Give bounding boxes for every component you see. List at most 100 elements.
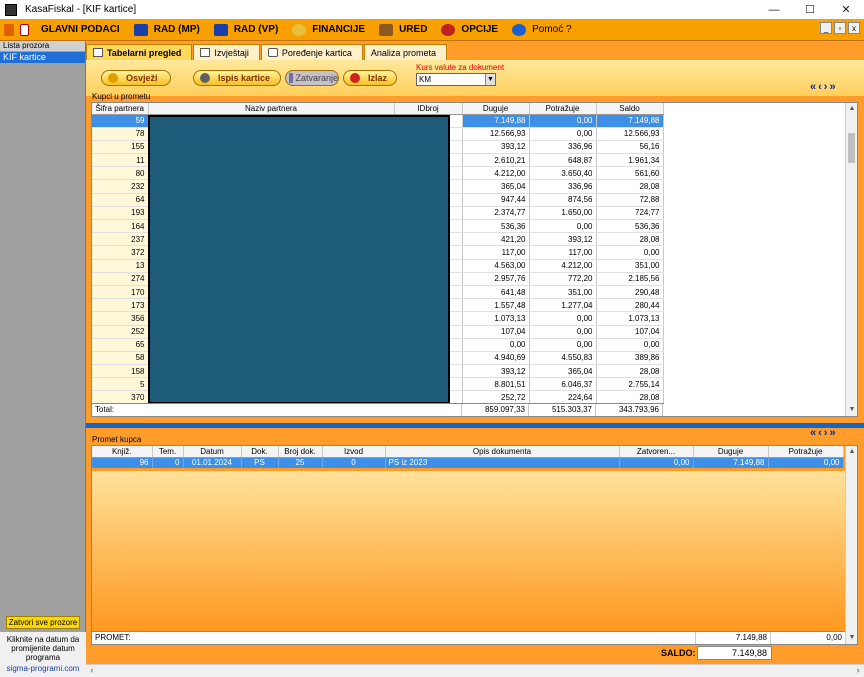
minimize-button[interactable]: — xyxy=(756,0,792,19)
mdi-minimize-button[interactable]: _ xyxy=(820,22,832,34)
cell-saldo: 2.755,14 xyxy=(596,377,664,392)
scroll-down-icon[interactable]: ▼ xyxy=(846,404,857,416)
panel-splitter[interactable] xyxy=(86,423,864,428)
menu-bar: GLAVNI PODACI RAD (MP) RAD (VP) FINANCIJ… xyxy=(0,19,864,41)
arrows-icon[interactable] xyxy=(4,23,14,36)
col-dok-[interactable]: Dok. xyxy=(241,446,279,458)
cell-duguje: 393,12 xyxy=(462,140,530,155)
cell-sifra: 356 xyxy=(92,311,149,326)
cell-sifra: 274 xyxy=(92,272,149,286)
tab-analiza-prometa[interactable]: Analiza prometa xyxy=(363,44,447,60)
mdi-restore-button[interactable]: ▫ xyxy=(834,22,846,34)
menu-opcije[interactable]: OPCIJE xyxy=(441,23,499,36)
customers-grid[interactable]: Šifra partnera Naziv partnera IDbroj Dug… xyxy=(91,102,858,417)
col-potra-uje[interactable]: Potražuje xyxy=(768,446,844,458)
transactions-vertical-scrollbar[interactable]: ▲ ▼ xyxy=(845,446,857,644)
cell-saldo: 56,16 xyxy=(596,140,664,155)
col-tem-[interactable]: Tem. xyxy=(152,446,184,458)
transaction-cell: PS xyxy=(241,457,279,468)
transaction-cell: 0 xyxy=(322,457,386,468)
col-knji-[interactable]: Knjiž. xyxy=(92,446,153,458)
window-list-item-kif-kartice[interactable]: KIF kartice xyxy=(0,52,85,63)
menu-financije[interactable]: FINANCIJE xyxy=(292,23,365,36)
document-icon[interactable] xyxy=(20,23,29,36)
cell-sifra: 237 xyxy=(92,232,149,247)
col-opis-dokumenta[interactable]: Opis dokumenta xyxy=(385,446,620,458)
cell-duguje: 2.957,76 xyxy=(462,272,530,286)
menu-rad-mp[interactable]: RAD (MP) xyxy=(133,23,200,36)
transactions-body: 96 0 01.01.2024 PS 25 0 PS iz 2023 0,00 7.149,88… xyxy=(92,457,844,468)
document-title: - [KIF kartice] xyxy=(76,4,137,15)
cell-sifra: 13 xyxy=(92,259,149,273)
tab-label: Poređenje kartica xyxy=(281,47,352,58)
menu-label: OPCIJE xyxy=(461,24,499,35)
menu-pomoc[interactable]: Pomoć ? xyxy=(512,23,572,36)
refresh-button[interactable]: Osvježi xyxy=(101,70,171,86)
cell-potrazuje: 3.650,40 xyxy=(529,166,597,181)
cell-potrazuje: 365,04 xyxy=(529,364,597,379)
col-duguje[interactable]: Duguje xyxy=(693,446,769,458)
transaction-row[interactable]: 96 0 01.01.2024 PS 25 0 PS iz 2023 0,00 7.149,88… xyxy=(92,457,844,468)
menu-rad-vp[interactable]: RAD (VP) xyxy=(213,23,278,36)
col-label: Šifra partnera xyxy=(95,103,144,113)
record-nav-arrows-bottom[interactable]: «‹›» xyxy=(810,427,838,439)
chevron-down-icon[interactable]: ▼ xyxy=(485,74,495,85)
exit-button[interactable]: Izlaz xyxy=(343,70,397,86)
tab-izvjestaji[interactable]: Izvještaji xyxy=(193,44,260,60)
col-broj-dok-[interactable]: Broj dok. xyxy=(278,446,323,458)
customers-vertical-scrollbar[interactable]: ▲ ▼ xyxy=(845,103,857,416)
col-duguje[interactable]: Duguje xyxy=(462,103,530,115)
transactions-grid[interactable]: Knjiž. Tem. Datum Dok. Broj dok. Izvod Opis do… xyxy=(91,445,858,645)
mdi-close-button[interactable]: x xyxy=(848,22,860,34)
total-duguje: 859.097,33 xyxy=(462,404,529,416)
cell-potrazuje: 351,00 xyxy=(529,285,597,300)
cell-sifra: 5 xyxy=(92,377,149,392)
saldo-label: SALDO: xyxy=(661,648,696,658)
flag-icon xyxy=(133,23,148,36)
cell-duguje: 641,48 xyxy=(462,285,530,300)
scroll-left-icon[interactable]: ‹ xyxy=(86,665,98,677)
tab-tabelarni-pregled[interactable]: Tabelarni pregled xyxy=(86,44,193,60)
tab-poredjenje-kartica[interactable]: Poređenje kartica xyxy=(260,44,363,60)
close-button[interactable]: ✕ xyxy=(828,0,864,19)
cell-saldo: 28,08 xyxy=(596,232,664,247)
website-link[interactable]: sigma-programi.com xyxy=(0,664,86,673)
closing-button[interactable]: Zatvaranje xyxy=(285,70,339,86)
help-icon xyxy=(512,23,527,36)
window-controls: — ☐ ✕ xyxy=(756,0,864,19)
scroll-thumb[interactable] xyxy=(848,133,855,163)
col-datum[interactable]: Datum xyxy=(183,446,242,458)
cell-duguje: 393,12 xyxy=(462,364,530,379)
toolbar: Osvježi Ispis kartice Zatvaranje Izlaz K… xyxy=(86,60,864,96)
cell-saldo: 2.185,56 xyxy=(596,272,664,286)
settings-icon xyxy=(441,23,456,36)
cell-duguje: 365,04 xyxy=(462,179,530,194)
menu-label: GLAVNI PODACI xyxy=(41,24,120,35)
col-idbroj[interactable]: IDbroj xyxy=(394,103,463,115)
col-zatvoren-[interactable]: Zatvoren... xyxy=(619,446,694,458)
scroll-up-icon[interactable]: ▲ xyxy=(846,446,857,458)
menu-glavni-podaci[interactable]: GLAVNI PODACI xyxy=(41,24,120,35)
horizontal-scrollbar[interactable]: ‹ › xyxy=(86,664,864,677)
col-saldo[interactable]: Saldo xyxy=(596,103,664,115)
col-sifra-partnera[interactable]: Šifra partnera xyxy=(92,103,149,115)
col-potrazuje[interactable]: Potražuje xyxy=(529,103,597,115)
scroll-down-icon[interactable]: ▼ xyxy=(846,632,857,644)
cell-sifra: 170 xyxy=(92,285,149,300)
cell-sifra: 193 xyxy=(92,206,149,221)
col-naziv-partnera[interactable]: Naziv partnera xyxy=(148,103,395,115)
print-card-button[interactable]: Ispis kartice xyxy=(193,70,281,86)
maximize-button[interactable]: ☐ xyxy=(792,0,828,19)
transaction-cell: 0,00 xyxy=(768,457,844,468)
cell-potrazuje: 393,12 xyxy=(529,232,597,247)
record-nav-arrows-top[interactable]: «‹›» xyxy=(810,81,838,93)
scroll-right-icon[interactable]: › xyxy=(852,665,864,677)
menu-ured[interactable]: URED xyxy=(379,23,427,36)
scroll-up-icon[interactable]: ▲ xyxy=(846,103,857,115)
customers-total-row: Total: 859.097,33 515.303,37 343.793,96 xyxy=(92,403,664,416)
cell-duguje: 2.610,21 xyxy=(462,153,530,168)
currency-select[interactable]: KM ▼ xyxy=(416,73,496,86)
date-hint-text[interactable]: Kliknite na datum da promijenite datum p… xyxy=(7,635,80,662)
close-all-windows-button[interactable]: Zatvori sve prozore xyxy=(6,616,80,629)
col-izvod[interactable]: Izvod xyxy=(322,446,386,458)
